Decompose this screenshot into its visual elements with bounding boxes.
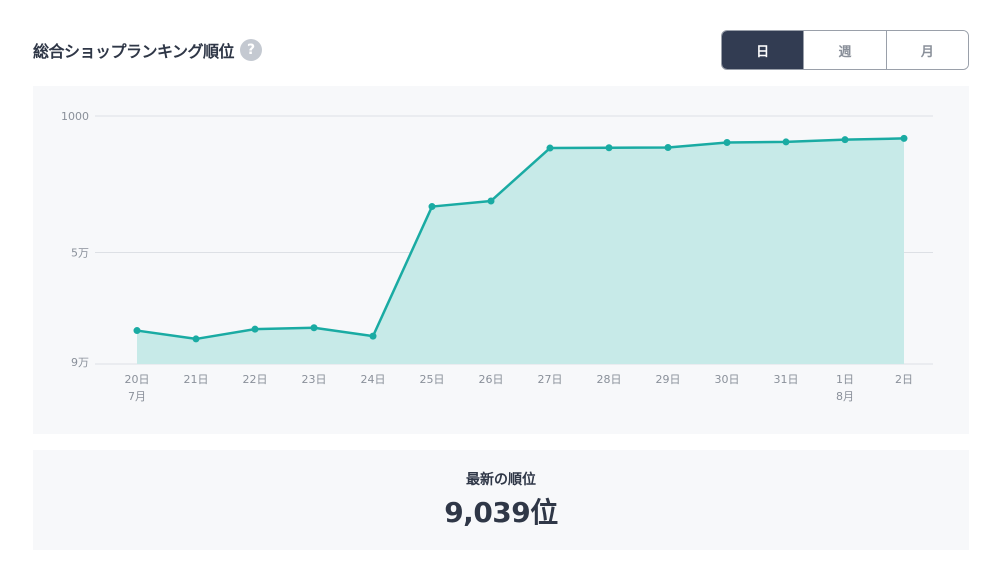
x-tick-label: 2日 bbox=[895, 373, 913, 386]
data-point bbox=[487, 197, 495, 205]
x-tick-label: 20日 bbox=[125, 373, 150, 386]
data-point bbox=[723, 138, 731, 146]
data-point bbox=[133, 327, 141, 335]
data-point bbox=[546, 144, 554, 152]
x-tick-label: 29日 bbox=[656, 373, 681, 386]
data-point bbox=[310, 324, 318, 332]
x-tick-month-label: 7月 bbox=[128, 390, 146, 403]
x-tick-label: 25日 bbox=[420, 373, 445, 386]
data-point bbox=[841, 136, 849, 144]
data-point bbox=[192, 335, 200, 343]
x-tick-label: 1日 bbox=[836, 373, 854, 386]
data-point bbox=[251, 325, 259, 333]
y-tick-label: 1000 bbox=[61, 110, 89, 123]
x-tick-label: 23日 bbox=[302, 373, 327, 386]
tab-daily[interactable]: 日 bbox=[722, 31, 804, 69]
x-tick-label: 31日 bbox=[774, 373, 799, 386]
chart-header: 総合ショップランキング順位 ? bbox=[33, 34, 263, 66]
latest-rank-value: 9,039位 bbox=[444, 496, 558, 529]
data-point bbox=[428, 203, 436, 211]
x-tick-label: 22日 bbox=[243, 373, 268, 386]
x-tick-label: 24日 bbox=[361, 373, 386, 386]
help-icon[interactable]: ? bbox=[240, 39, 263, 61]
x-tick-month-label: 8月 bbox=[836, 390, 854, 403]
data-point bbox=[664, 143, 672, 151]
data-point bbox=[900, 134, 908, 142]
data-point bbox=[605, 144, 613, 152]
tab-monthly[interactable]: 月 bbox=[885, 31, 968, 69]
ranking-chart: 1000 5万 9万 20日 7月 21日 22日 23日 24日 25日 26日 27日 28日 29日… bbox=[61, 110, 933, 403]
x-tick-label: 21日 bbox=[184, 373, 209, 386]
ranking-chart-panel: 1000 5万 9万 20日 7月 21日 22日 23日 24日 25日 26日 27日 28日 29日… bbox=[33, 86, 969, 434]
data-point bbox=[782, 138, 790, 146]
page-title: 総合ショップランキング順位 bbox=[33, 42, 235, 61]
x-tick-label: 30日 bbox=[715, 373, 740, 386]
x-tick-label: 27日 bbox=[538, 373, 563, 386]
latest-rank-label: 最新の順位 bbox=[466, 472, 536, 488]
data-point bbox=[369, 332, 377, 340]
x-tick-label: 28日 bbox=[597, 373, 622, 386]
period-toggle: 日 週 月 bbox=[721, 30, 969, 70]
latest-rank-summary: 最新の順位 9,039位 bbox=[33, 450, 969, 550]
tab-weekly[interactable]: 週 bbox=[803, 31, 886, 69]
x-tick-label: 26日 bbox=[479, 373, 504, 386]
y-tick-label: 5万 bbox=[71, 247, 89, 260]
y-tick-label: 9万 bbox=[71, 356, 89, 369]
